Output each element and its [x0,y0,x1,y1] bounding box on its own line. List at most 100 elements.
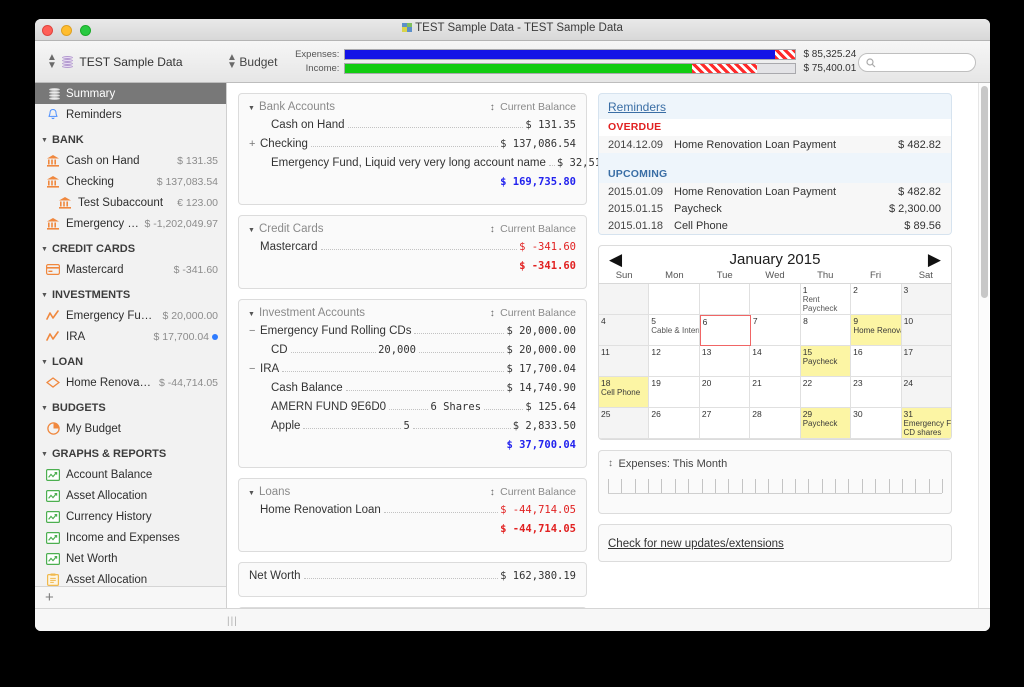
check-updates-link[interactable]: Check for new updates/extensions [608,538,784,550]
sidebar-item-emergency-fund[interactable]: Emergency Fund, ... $ -1,202,049.97 [35,213,226,234]
budget-selector[interactable]: ▲▼ Budget [227,54,277,70]
calendar-cell[interactable]: 29 Paycheck [801,408,851,439]
calendar-cell[interactable]: 3 [902,284,951,315]
resize-grip[interactable]: ||| [227,616,238,627]
calendar-cell[interactable]: 1 RentPaycheck [801,284,851,315]
account-row[interactable]: +Checking $ 137,086.54 [249,138,576,157]
prev-month-button[interactable]: ◀ [609,251,622,268]
calendar-cell[interactable]: 9 Home Renova [851,315,901,346]
sidebar-group-graphs-reports[interactable]: ▼ GRAPHS & REPORTS [35,444,226,464]
calendar-cell[interactable]: 16 [851,346,901,377]
sidebar-item-test-subaccount[interactable]: Test Subaccount € 123.00 [35,192,226,213]
sidebar-item-income-and-expenses[interactable]: Income and Expenses [35,527,226,548]
calendar-cell[interactable]: 27 [700,408,750,439]
sidebar-group-bank[interactable]: ▼ BANK [35,130,226,150]
account-row[interactable]: Apple 5$ 2,833.50 [249,420,576,439]
reminders-title-link[interactable]: Reminders [599,94,951,119]
calendar-cell[interactable]: 13 [700,346,750,377]
sidebar-item-reminders[interactable]: Reminders [35,104,226,125]
calendar-cell[interactable]: 14 [750,346,800,377]
reminder-upcoming-item[interactable]: 2015.01.09 Home Renovation Loan Payment … [599,183,951,200]
account-row[interactable]: Mastercard $ -341.60 [249,241,576,260]
calendar-cell[interactable]: 24 [902,377,951,408]
file-selector[interactable]: ▲▼ TEST Sample Data [47,54,227,70]
calendar-cell[interactable]: 30 [851,408,901,439]
expenses-chart-axis [608,479,942,499]
row-expander[interactable]: − [249,325,260,337]
sidebar-item-ira[interactable]: IRA $ 17,700.04 [35,326,226,347]
row-expander[interactable]: − [249,363,260,375]
calendar-cell[interactable]: 12 [649,346,699,377]
account-row[interactable]: AMERN FUND 9E6D0 6 Shares$ 125.64 [249,401,576,420]
add-account-button[interactable]: + [45,590,54,605]
calendar-cell[interactable]: 15 Paycheck [801,346,851,377]
panel-title[interactable]: ▼Bank Accounts [248,101,490,113]
sidebar-item-cash-on-hand[interactable]: Cash on Hand $ 131.35 [35,150,226,171]
sidebar-item-account-balance[interactable]: Account Balance [35,464,226,485]
sidebar-item-checking[interactable]: Checking $ 137,083.54 [35,171,226,192]
panel-title[interactable]: ▼Loans [248,486,490,498]
panel-total-row: $ -44,714.05 [249,523,576,543]
search-field[interactable] [858,53,976,72]
sidebar-item-label: My Budget [66,423,218,435]
calendar-cell[interactable]: 17 [902,346,951,377]
calendar-cell[interactable] [700,284,750,315]
calendar-cell[interactable]: 8 [801,315,851,346]
calendar-cell[interactable] [599,284,649,315]
calendar-cell[interactable]: 25 [599,408,649,439]
calendar-cell[interactable]: 6 [700,315,751,346]
calendar-cell[interactable]: 7 [751,315,801,346]
calendar-cell[interactable]: 10 [902,315,951,346]
sidebar-item-mastercard[interactable]: Mastercard $ -341.60 [35,259,226,280]
account-row[interactable]: Emergency Fund, Liquid very very long ac… [249,157,576,176]
calendar-cell[interactable]: 23 [851,377,901,408]
calendar-cell[interactable]: 26 [649,408,699,439]
calendar-cell[interactable]: 2 [851,284,901,315]
calendar-cell[interactable]: 19 [649,377,699,408]
row-expander[interactable]: + [249,138,260,150]
calendar-cell[interactable]: 22 [801,377,851,408]
sidebar-item-my-budget[interactable]: My Budget [35,418,226,439]
sidebar-item-label: Net Worth [66,553,218,565]
account-row[interactable]: −IRA $ 17,700.04 [249,363,576,382]
reminder-upcoming-item[interactable]: 2015.01.18 Cell Phone $ 89.56 [599,217,951,234]
expenses-chart-title[interactable]: ↕ Expenses: This Month [608,458,942,470]
sidebar-item-emergency-fund-rolli[interactable]: Emergency Fund Rolli... $ 20,000.00 [35,305,226,326]
account-row[interactable]: −Emergency Fund Rolling CDs $ 20,000.00 [249,325,576,344]
next-month-button[interactable]: ▶ [928,251,941,268]
calendar-cell[interactable]: 31 Emergency FuCD shares [902,408,951,439]
panel-title[interactable]: ▼Credit Cards [248,223,490,235]
reminder-upcoming-item[interactable]: 2015.01.15 Paycheck $ 2,300.00 [599,200,951,217]
account-row[interactable]: Cash on Hand $ 131.35 [249,119,576,138]
account-row[interactable]: CD 20,000$ 20,000.00 [249,344,576,363]
sidebar-item-home-renovation-loan[interactable]: Home Renovation Loan $ -44,714.05 [35,372,226,393]
sidebar-group-investments[interactable]: ▼ INVESTMENTS [35,285,226,305]
calendar-cell[interactable] [750,284,800,315]
panel-sort-control[interactable]: ↕ Current Balance [490,101,576,113]
calendar-cell[interactable]: 5 Cable & Intern [649,315,699,346]
sidebar-group-credit-cards[interactable]: ▼ CREDIT CARDS [35,239,226,259]
vertical-scrollbar[interactable] [978,83,989,608]
calendar-cell[interactable]: 18 Cell Phone [599,377,649,408]
calendar-cell[interactable] [649,284,699,315]
sidebar-group-loan[interactable]: ▼ LOAN [35,352,226,372]
calendar-cell[interactable]: 20 [700,377,750,408]
calendar-cell[interactable]: 28 [750,408,800,439]
scrollbar-thumb[interactable] [981,86,988,298]
account-amount: $ 17,700.04 [506,363,576,375]
reminder-overdue-item[interactable]: 2014.12.09 Home Renovation Loan Payment … [599,136,951,153]
sidebar-item-summary[interactable]: Summary [35,83,226,104]
account-row[interactable]: Home Renovation Loan $ -44,714.05 [249,504,576,523]
account-row[interactable]: Cash Balance $ 14,740.90 [249,382,576,401]
panel-sort-control[interactable]: ↕ Current Balance [490,307,576,319]
panel-sort-control[interactable]: ↕ Current Balance [490,486,576,498]
calendar-cell[interactable]: 21 [750,377,800,408]
panel-sort-control[interactable]: ↕ Current Balance [490,223,576,235]
sidebar-group-budgets[interactable]: ▼ BUDGETS [35,398,226,418]
panel-title[interactable]: ▼Investment Accounts [248,307,490,319]
sidebar-item-net-worth[interactable]: Net Worth [35,548,226,569]
calendar-cell[interactable]: 11 [599,346,649,377]
calendar-cell[interactable]: 4 [599,315,649,346]
sidebar-item-asset-allocation[interactable]: Asset Allocation [35,485,226,506]
sidebar-item-currency-history[interactable]: Currency History [35,506,226,527]
